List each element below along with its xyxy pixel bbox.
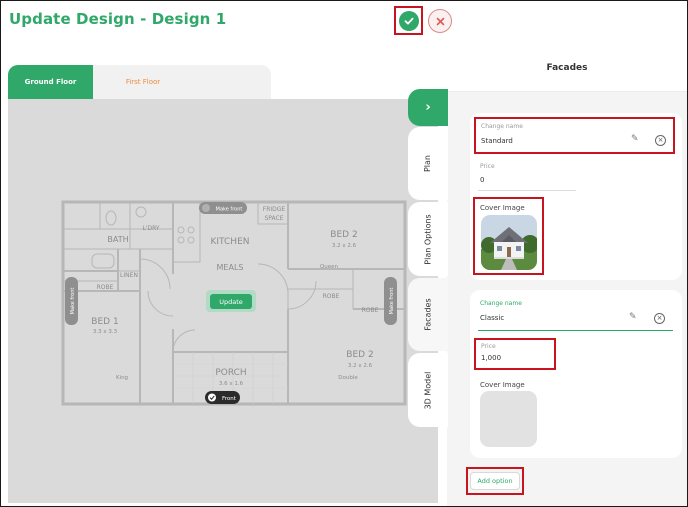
make-front-left-button[interactable]: Make front (65, 277, 78, 325)
make-front-left-label: Make front (70, 288, 76, 315)
add-option-button[interactable]: Add option (466, 467, 524, 495)
option-1-name-field[interactable]: Change name Standard ✎ × (474, 117, 675, 154)
pencil-icon[interactable]: ✎ (631, 134, 639, 144)
option-2-name-field[interactable]: Classic (480, 314, 504, 322)
chevron-right-icon: › (425, 100, 431, 115)
house-thumbnail (481, 215, 537, 270)
room-label-bed2-bottom: BED 2 (346, 350, 373, 360)
tab-first-floor[interactable]: First Floor (93, 65, 193, 99)
room-label-fridge-space: SPACE (264, 215, 283, 222)
cover-image-label: Cover Image (480, 204, 525, 212)
tab-facades[interactable]: Facades (408, 278, 448, 351)
make-front-top-label: Make front (216, 207, 243, 213)
price-value[interactable]: 0 (480, 176, 484, 184)
room-label-robe-left: ROBE (97, 284, 114, 291)
option-2-price-field[interactable]: Price 1,000 (474, 338, 556, 370)
collapse-panel-button[interactable]: › (408, 89, 448, 126)
cancel-button[interactable] (428, 9, 452, 33)
room-size-bed2-bottom: 3.2 x 2.6 (348, 363, 373, 369)
add-option-label: Add option (470, 472, 520, 490)
clear-icon[interactable]: × (655, 135, 666, 146)
price-value: 1,000 (481, 354, 502, 362)
make-front-right-label: Make front (389, 288, 395, 315)
room-label-robe-right: ROBE (362, 307, 379, 314)
front-badge: Front (205, 391, 240, 404)
name-value: Standard (481, 137, 513, 145)
cover-image-upload[interactable] (480, 391, 537, 447)
floorplan-drawing: BATH L'DRY KITCHEN MEALS FRIDGE SPACE BE… (61, 200, 407, 406)
room-size-porch: 3.6 x 1.6 (219, 381, 244, 387)
room-label-bath: BATH (107, 235, 128, 244)
price-label: Price (480, 163, 495, 170)
name-label: Change name (481, 123, 523, 130)
bed-type-bed2-bottom: Double (338, 375, 358, 381)
room-label-linen: LINEN (120, 272, 138, 279)
price-label: Price (481, 343, 496, 350)
floor-tabs: Ground Floor First Floor (8, 65, 271, 99)
confirm-button[interactable] (394, 6, 423, 35)
name-underline (478, 330, 673, 331)
cover-image-label: Cover Image (480, 381, 525, 389)
room-size-bed1: 3.3 x 3.3 (93, 329, 118, 335)
clear-icon[interactable]: × (654, 313, 665, 324)
room-label-ldry: L'DRY (142, 225, 159, 232)
page-title: Update Design - Design 1 (9, 10, 227, 28)
tab-ground-floor[interactable]: Ground Floor (8, 65, 93, 99)
check-icon (398, 10, 419, 31)
room-label-bed1: BED 1 (91, 317, 118, 327)
panel-title: Facades (447, 44, 687, 92)
tab-plan-options[interactable]: Plan Options (408, 202, 448, 276)
front-label: Front (222, 396, 237, 402)
make-front-right-button[interactable]: Make front (384, 277, 397, 325)
name-label: Change name (480, 300, 522, 307)
room-label-meals: MEALS (217, 263, 244, 272)
tab-3d-model[interactable]: 3D Model (408, 353, 448, 427)
option-1-cover-image[interactable]: Cover Image (473, 197, 544, 275)
close-icon (436, 17, 444, 25)
update-button[interactable]: Update (206, 290, 256, 312)
room-label-porch: PORCH (215, 368, 246, 378)
room-size-bed2-top: 3.2 x 2.6 (332, 243, 357, 249)
update-label: Update (219, 298, 243, 306)
make-front-top-button[interactable]: Make front (199, 202, 247, 214)
tab-plan[interactable]: Plan (408, 127, 448, 200)
room-label-robe-mid: ROBE (323, 293, 340, 300)
room-label-fridge: FRIDGE (263, 206, 286, 213)
bed-type-bed2-top: Queen (320, 264, 339, 270)
bed-type-bed1: King (116, 375, 128, 381)
room-label-bed2-top: BED 2 (330, 230, 357, 240)
floorplan-canvas: BATH L'DRY KITCHEN MEALS FRIDGE SPACE BE… (8, 99, 438, 503)
room-label-kitchen: KITCHEN (211, 237, 250, 247)
pencil-icon[interactable]: ✎ (629, 312, 637, 322)
price-underline (478, 190, 576, 191)
